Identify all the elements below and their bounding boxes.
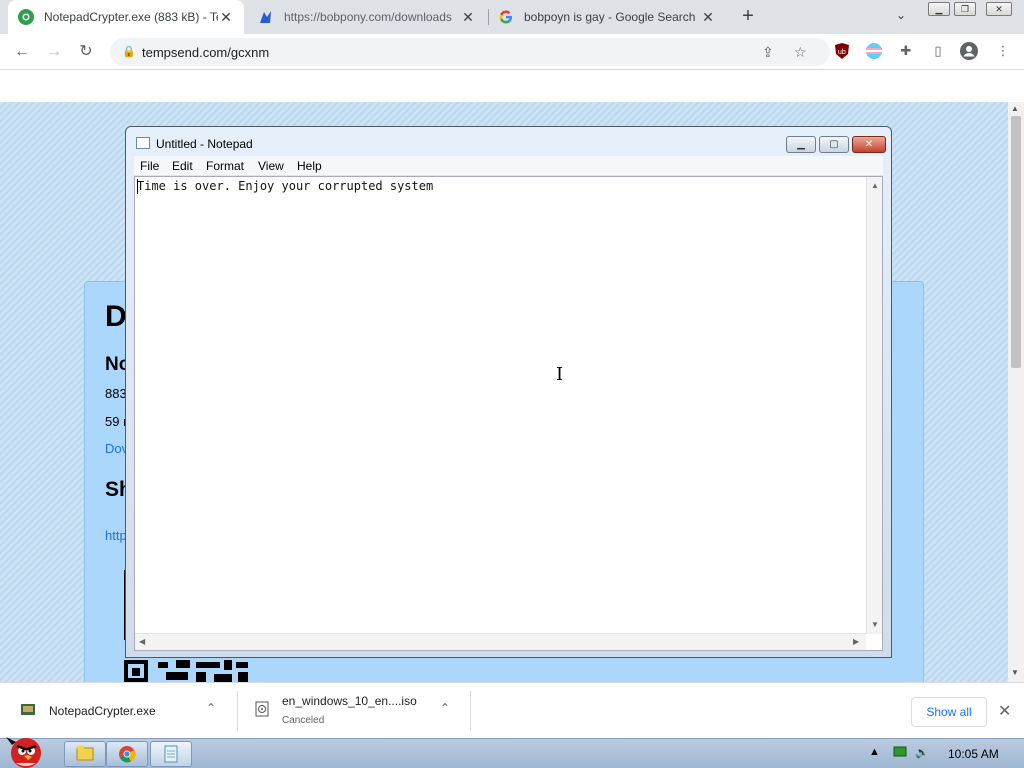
tab-close-icon[interactable]: ✕ <box>700 9 716 26</box>
scrollbar-thumb[interactable] <box>1011 116 1021 368</box>
tab-strip: NotepadCrypter.exe (883 kB) - Te ✕ https… <box>0 0 1024 34</box>
back-arrow-icon[interactable]: ← <box>10 40 34 64</box>
notepad-content[interactable]: Time is over. Enjoy your corrupted syste… <box>137 179 433 193</box>
show-all-button[interactable]: Show all <box>911 697 987 727</box>
new-tab-button[interactable]: + <box>738 6 758 28</box>
scroll-up-icon[interactable]: ▲ <box>1011 104 1019 113</box>
download-shelf: NotepadCrypter.exe ⌃ en_windows_10_en...… <box>0 682 1024 738</box>
extension-flag-icon[interactable] <box>865 42 883 60</box>
chrome-taskbar-button[interactable] <box>106 741 148 767</box>
ibeam-cursor-icon: I <box>556 364 564 385</box>
notepad-maximize-button[interactable]: ▢ <box>819 136 849 153</box>
notepad-close-button[interactable]: ✕ <box>852 136 886 153</box>
notepad-horizontal-scrollbar[interactable]: ◀ ▶ <box>135 633 866 650</box>
scroll-left-icon[interactable]: ◀ <box>139 637 145 646</box>
extensions-puzzle-icon[interactable]: ✚ <box>897 42 915 60</box>
start-button[interactable] <box>2 733 48 768</box>
notepad-taskbar-button[interactable] <box>150 741 192 767</box>
google-favicon-icon <box>498 9 514 25</box>
chevron-up-icon[interactable]: ⌃ <box>206 701 216 715</box>
notepad-title: Untitled - Notepad <box>156 137 253 151</box>
share-link[interactable]: http <box>105 528 127 543</box>
tab-title: NotepadCrypter.exe (883 kB) - Te <box>44 10 218 24</box>
download-file-name: NotepadCrypter.exe <box>49 704 156 718</box>
show-hidden-icons-icon[interactable]: ▲ <box>869 746 880 758</box>
tab-google-search[interactable]: bobpoyn is gay - Google Search ✕ <box>488 0 726 34</box>
tab-close-icon[interactable]: ✕ <box>460 9 476 26</box>
taskbar-clock[interactable]: 10:05 AM <box>948 747 999 761</box>
notepad-minimize-button[interactable]: ▁ <box>786 136 816 153</box>
reload-icon[interactable]: ↻ <box>74 40 98 64</box>
file-size-text: 883 <box>105 386 127 401</box>
close-icon[interactable]: ✕ <box>998 701 1011 721</box>
chevron-up-icon[interactable]: ⌃ <box>440 701 450 715</box>
side-panel-icon[interactable]: ▯ <box>929 42 947 60</box>
tab-close-icon[interactable]: ✕ <box>218 9 234 26</box>
notepad-menubar: File Edit Format View Help <box>134 156 883 176</box>
page-heading: D <box>105 300 127 333</box>
download-status: Canceled <box>282 715 325 726</box>
bobpony-favicon-icon <box>258 9 274 25</box>
forward-arrow-icon[interactable]: → <box>42 40 66 64</box>
browser-menu-icon[interactable]: ⋮ <box>994 42 1012 60</box>
scroll-down-icon[interactable]: ▼ <box>871 620 879 629</box>
angry-bird-icon <box>6 737 41 768</box>
notepad-text-area[interactable]: Time is over. Enjoy your corrupted syste… <box>134 176 883 651</box>
menu-view[interactable]: View <box>258 159 284 173</box>
text-caret <box>137 179 138 194</box>
tab-title: https://bobpony.com/downloads <box>284 10 452 24</box>
tab-title: bobpoyn is gay - Google Search <box>524 10 696 24</box>
svg-text:ub: ub <box>838 49 846 56</box>
download-separator <box>470 691 471 731</box>
address-bar[interactable]: 🔒 tempsend.com/gcxnm ⇪ ☆ <box>110 38 830 66</box>
window-minimize-button[interactable]: ▁ <box>928 2 950 16</box>
download-file-name: en_windows_10_en....iso <box>282 694 417 708</box>
notepad-vertical-scrollbar[interactable]: ▲ ▼ <box>866 177 882 634</box>
scroll-right-icon[interactable]: ▶ <box>853 637 859 646</box>
lock-icon: 🔒 <box>122 46 136 58</box>
address-url[interactable]: tempsend.com/gcxnm <box>142 45 269 60</box>
tab-bobpony[interactable]: https://bobpony.com/downloads ✕ <box>248 0 486 34</box>
bookmark-star-icon[interactable]: ☆ <box>794 44 807 61</box>
exe-file-icon <box>20 701 36 717</box>
page-scrollbar[interactable]: ▲ ▼ <box>1008 102 1024 682</box>
tempsend-favicon-icon <box>18 9 34 25</box>
share-icon[interactable]: ⇪ <box>762 44 774 61</box>
profile-avatar-icon[interactable] <box>960 42 978 60</box>
download-item[interactable]: NotepadCrypter.exe ⌃ <box>0 683 236 739</box>
tab-notepadcrypter[interactable]: NotepadCrypter.exe (883 kB) - Te ✕ <box>8 0 244 34</box>
window-restore-button[interactable]: ❐ <box>954 2 976 16</box>
volume-icon[interactable]: 🔊 <box>915 746 929 759</box>
download-item[interactable]: en_windows_10_en....iso Canceled ⌃ <box>238 683 470 739</box>
menu-format[interactable]: Format <box>206 159 244 173</box>
ublock-origin-icon[interactable]: ub <box>833 42 851 60</box>
tab-search-icon[interactable]: ⌄ <box>896 8 906 22</box>
menu-file[interactable]: File <box>140 159 159 173</box>
file-explorer-taskbar-button[interactable] <box>64 741 106 767</box>
notepad-titlebar[interactable]: Untitled - Notepad ▁ ▢ ✕ <box>126 127 891 157</box>
scroll-down-icon[interactable]: ▼ <box>1011 668 1019 677</box>
notepad-app-icon <box>136 137 150 149</box>
menu-edit[interactable]: Edit <box>172 159 193 173</box>
taskbar: ▲ 🔊 10:05 AM <box>0 737 1024 768</box>
notepad-window[interactable]: Untitled - Notepad ▁ ▢ ✕ File Edit Forma… <box>125 126 892 658</box>
network-icon[interactable] <box>893 746 907 761</box>
scroll-up-icon[interactable]: ▲ <box>871 181 879 190</box>
iso-file-icon <box>254 701 270 717</box>
window-close-button[interactable]: ✕ <box>986 2 1012 16</box>
menu-help[interactable]: Help <box>297 159 322 173</box>
